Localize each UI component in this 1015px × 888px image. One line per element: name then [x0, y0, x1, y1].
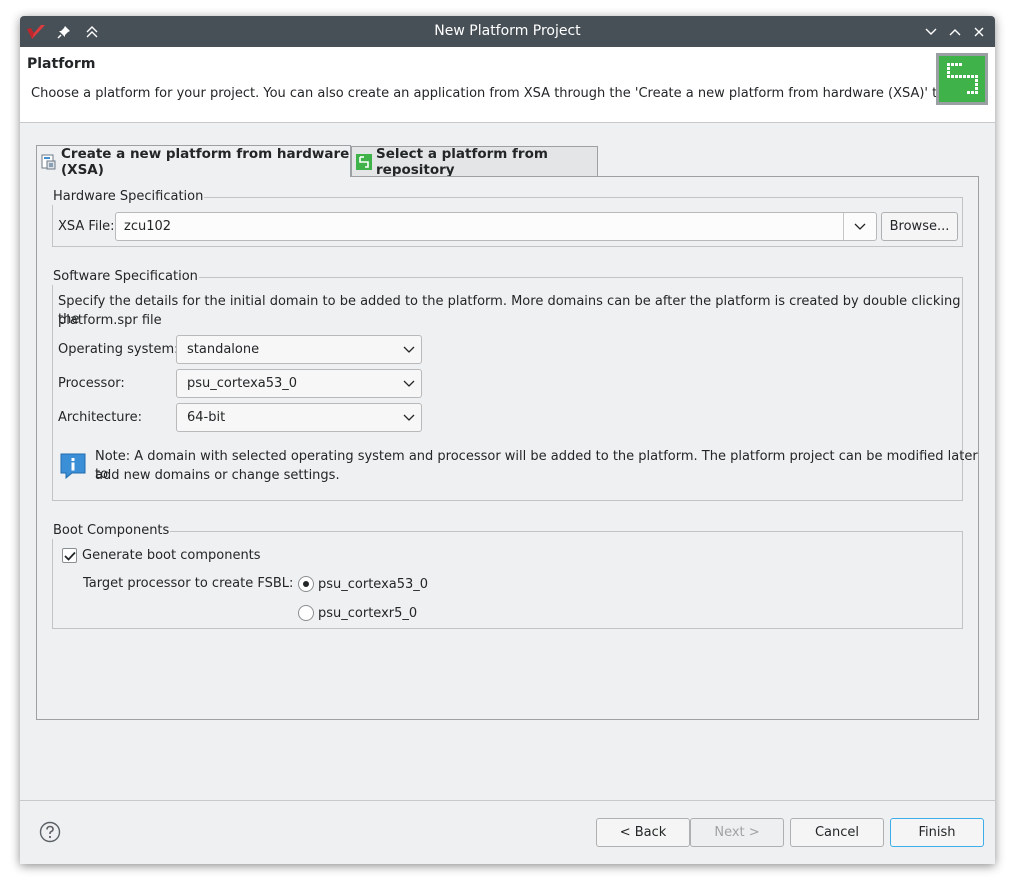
software-spec-description-cont: platform.spr file	[58, 313, 162, 328]
generate-boot-checkbox[interactable]	[62, 548, 77, 563]
xsa-file-value: zcu102	[124, 219, 172, 234]
target-processor-label: Target processor to create FSBL:	[83, 576, 294, 591]
processor-value: psu_cortexa53_0	[187, 376, 298, 391]
radio-selected-dot	[303, 581, 309, 587]
page-description: Choose a platform for your project. You …	[31, 86, 958, 101]
tab-label: Create a new platform from hardware (XSA…	[61, 145, 350, 178]
maximize-icon[interactable]	[945, 22, 965, 42]
xsa-file-combobox[interactable]: zcu102	[115, 212, 877, 241]
title-bar[interactable]: New Platform Project	[20, 16, 995, 47]
tab-create-from-hardware[interactable]: Create a new platform from hardware (XSA…	[36, 145, 351, 178]
chevron-down-icon	[854, 223, 866, 230]
window-title: New Platform Project	[434, 23, 581, 39]
radio-psu-cortexa53-label[interactable]: psu_cortexa53_0	[318, 576, 428, 594]
chevron-down-icon	[397, 414, 421, 422]
dialog-window: New Platform Project Platform Choose a p…	[20, 16, 995, 864]
domain-note-cont: add new domains or change settings.	[95, 468, 340, 483]
radio-psu-cortexa53[interactable]	[298, 576, 314, 592]
software-spec-legend: Software Specification	[52, 269, 199, 285]
xsa-file-label: XSA File:	[58, 219, 115, 234]
hardware-platform-icon	[41, 154, 57, 170]
processor-select[interactable]: psu_cortexa53_0	[176, 369, 422, 398]
tab-label: Select a platform from repository	[376, 145, 548, 178]
tab-content-panel: Hardware Specification XSA File: zcu102 …	[36, 176, 979, 720]
radio-psu-cortexr5-label[interactable]: psu_cortexr5_0	[318, 605, 417, 623]
operating-system-select[interactable]: standalone	[176, 335, 422, 364]
back-button[interactable]: < Back	[596, 818, 690, 847]
platform-wizard-icon	[936, 53, 988, 105]
minimize-icon[interactable]	[921, 22, 941, 42]
tab-select-from-repository[interactable]: Select a platform from repository	[351, 145, 598, 178]
browse-button[interactable]: Browse...	[881, 212, 958, 241]
operating-system-label: Operating system:	[58, 342, 179, 357]
checkmark-icon	[63, 551, 76, 561]
wizard-header: Platform Choose a platform for your proj…	[20, 47, 995, 123]
architecture-select[interactable]: 64-bit	[176, 403, 422, 432]
operating-system-value: standalone	[187, 342, 260, 357]
info-icon	[60, 453, 86, 480]
next-button[interactable]: Next >	[690, 818, 784, 847]
chevron-down-icon	[397, 346, 421, 354]
architecture-label: Architecture:	[58, 410, 142, 425]
help-icon[interactable]	[39, 821, 61, 843]
footer-separator	[20, 800, 995, 801]
radio-psu-cortexr5[interactable]	[298, 605, 314, 621]
title-bar-right-controls	[921, 16, 989, 47]
chevron-down-icon	[397, 380, 421, 388]
hardware-spec-legend: Hardware Specification	[52, 189, 205, 205]
processor-label: Processor:	[58, 376, 125, 391]
boot-components-legend: Boot Components	[52, 523, 171, 539]
close-icon[interactable]	[969, 22, 989, 42]
repository-platform-icon	[356, 153, 372, 170]
cancel-button[interactable]: Cancel	[790, 818, 884, 847]
architecture-value: 64-bit	[187, 410, 226, 425]
page-title: Platform	[27, 56, 96, 72]
xsa-dropdown-button[interactable]	[843, 213, 876, 240]
software-spec-description: Specify the details for the initial doma…	[58, 294, 961, 327]
generate-boot-label[interactable]: Generate boot components	[82, 547, 261, 565]
finish-button[interactable]: Finish	[890, 818, 984, 847]
